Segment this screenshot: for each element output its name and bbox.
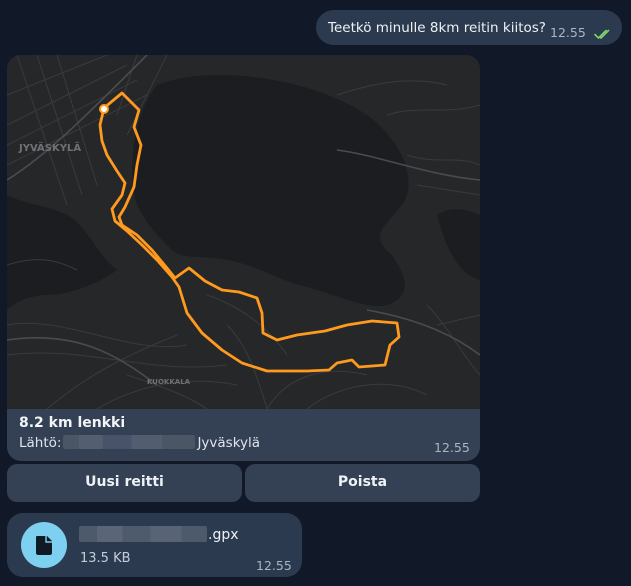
message-text: Teetkö minulle 8km reitin kiitos? [328, 20, 546, 36]
new-route-button[interactable]: Uusi reitti [7, 464, 242, 502]
file-size: 13.5 KB [80, 551, 131, 566]
redacted-address [63, 435, 196, 449]
file-time: 12.55 [256, 558, 292, 573]
double-check-icon [594, 25, 614, 44]
route-title: 8.2 km lenkki [19, 415, 126, 431]
start-city: Jyväskylä [197, 435, 261, 451]
file-name: .gpx [79, 526, 239, 543]
card-time: 12.55 [434, 440, 470, 455]
start-label: Lähtö: [19, 435, 62, 451]
outgoing-message[interactable]: Teetkö minulle 8km reitin kiitos? 12.55 [316, 10, 622, 45]
file-download-button[interactable] [21, 522, 67, 568]
route-card: JYVÄSKYLÄ KUOKKALA 8.2 km lenkki Lähtö: J… [7, 55, 480, 461]
message-time: 12.55 [550, 25, 586, 40]
redacted-filename [79, 526, 207, 542]
delete-button[interactable]: Poista [245, 464, 480, 502]
map-label-district: KUOKKALA [147, 378, 191, 386]
route-start: Lähtö: Jyväskylä [19, 435, 260, 451]
map-label-city: JYVÄSKYLÄ [18, 140, 81, 154]
document-icon [36, 536, 52, 555]
route-map[interactable]: JYVÄSKYLÄ KUOKKALA [7, 55, 480, 410]
file-message[interactable]: .gpx 13.5 KB 12.55 [7, 513, 302, 577]
file-extension: .gpx [208, 527, 239, 543]
